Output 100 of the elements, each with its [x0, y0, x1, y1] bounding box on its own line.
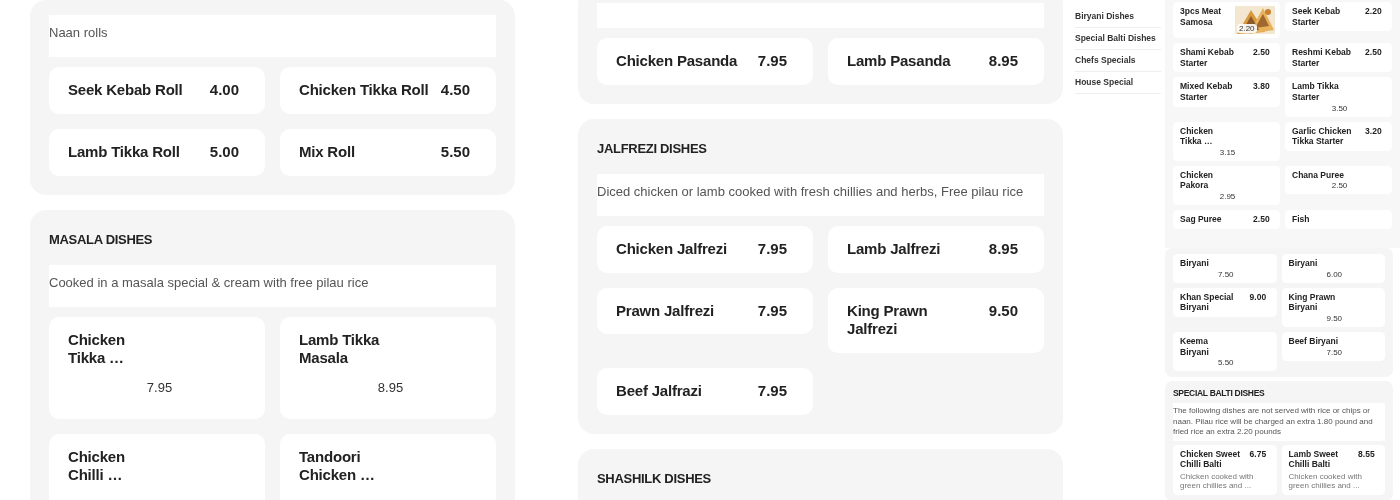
- menu-item-card[interactable]: Lamb Tikka Roll 5.00: [49, 128, 265, 176]
- item-price: 3.50: [1331, 103, 1348, 113]
- item-name: Chana Puree: [1292, 169, 1345, 181]
- menu-item-card[interactable]: Chicken Tikka … 7.95: [49, 316, 265, 419]
- menu-item-card[interactable]: Prawn Jalfrezi 7.95: [597, 287, 813, 335]
- item-price: 9.00: [1249, 291, 1267, 303]
- item-price: 3.15: [1219, 147, 1236, 157]
- category-link[interactable]: Special Balti Dishes: [1075, 28, 1161, 50]
- item-price: 6.75: [1249, 448, 1267, 460]
- item-price: 2.50: [1253, 47, 1270, 58]
- menu-item-card[interactable]: Chicken Chilli …: [49, 433, 265, 500]
- category-link[interactable]: Biryani Dishes: [1075, 6, 1161, 28]
- section-description: Naan rolls: [49, 15, 496, 57]
- item-description: Chicken cooked with green chillies and ...: [1180, 471, 1255, 492]
- section-title: MASALA DISHES: [49, 231, 154, 247]
- item-name: Beef Biryani: [1288, 335, 1340, 347]
- menu-item-card[interactable]: Lamb Tikka Starter 3.50: [1285, 77, 1392, 117]
- section-description: Cooked in a masala special & cream with free pilau rice: [49, 264, 496, 307]
- item-name: King Prawn Biryani: [1288, 291, 1337, 313]
- item-name: Lamb Pasanda: [847, 52, 951, 71]
- menu-item-card[interactable]: Fish: [1285, 210, 1392, 229]
- menu-item-card[interactable]: Khan Special Biryani 9.00: [1173, 287, 1277, 317]
- section-title: SPECIAL BALTI DISHES: [1173, 388, 1266, 399]
- item-name: Sag Puree: [1180, 214, 1222, 225]
- item-name: 3pcs Meat Samosa: [1180, 6, 1223, 28]
- category-link[interactable]: House Special: [1075, 72, 1161, 94]
- item-price: 4.50: [440, 81, 470, 100]
- item-name: Chicken Chilli …: [68, 447, 126, 485]
- item-name: Prawn Jalfrezi: [616, 301, 715, 321]
- item-name: Mix Roll: [299, 142, 355, 162]
- item-name: Biryani: [1180, 258, 1210, 269]
- menu-item-card[interactable]: Chicken Tikka … 3.15: [1173, 121, 1280, 161]
- menu-item-card[interactable]: Reshmi Kebab Starter 2.50: [1285, 43, 1392, 73]
- item-price: 2.20: [1237, 24, 1257, 33]
- menu-item-card[interactable]: Seek Kebab Starter 2.20: [1285, 2, 1392, 32]
- menu-item-card[interactable]: Tandoori Chicken …: [280, 433, 496, 500]
- menu-item-card[interactable]: Lamb Tikka Masala 8.95: [280, 316, 496, 419]
- menu-item-card[interactable]: King Prawn Biryani 9.50: [1281, 287, 1385, 327]
- menu-item-card[interactable]: Seek Kebab Roll 4.00: [49, 67, 265, 114]
- menu-item-card[interactable]: Lamb Jalfrezi 8.95: [828, 225, 1044, 273]
- item-price: 3.20: [1365, 125, 1382, 137]
- section-title: SHASHILK DISHES: [597, 470, 712, 486]
- item-price: 7.95: [146, 380, 173, 395]
- menu-item-card[interactable]: Sag Puree 2.50: [1173, 210, 1280, 229]
- item-name: Chicken Tikka …: [68, 330, 126, 368]
- menu-item-card[interactable]: Chicken Tikka Roll 4.50: [280, 67, 496, 114]
- menu-item-card[interactable]: Lamb Pasanda 8.95: [828, 38, 1044, 85]
- item-name: Seek Kebab Roll: [68, 81, 183, 100]
- item-price: 7.95: [757, 301, 787, 321]
- item-name: Lamb Tikka Starter: [1292, 81, 1340, 103]
- menu-item-card[interactable]: Shami Kebab Starter 2.50: [1173, 43, 1280, 73]
- item-name: Tandoori Chicken …: [299, 447, 376, 485]
- section-title: JALFREZI DISHES: [597, 140, 708, 156]
- menu-item-card[interactable]: Mix Roll 5.50: [280, 128, 496, 176]
- item-price: 2.50: [1365, 47, 1382, 58]
- item-name: Chicken Sweet Chilli Balti: [1180, 448, 1241, 470]
- item-price: 7.95: [757, 52, 787, 71]
- item-price: 5.00: [209, 142, 239, 162]
- menu-item-card[interactable]: Chana Puree 2.50: [1285, 165, 1392, 195]
- menu-item-card[interactable]: Chicken Pasanda 7.95: [597, 38, 813, 85]
- item-name: Chicken Tikka Roll: [299, 81, 429, 100]
- menu-item-card[interactable]: 3pcs Meat Samosa 2.20: [1173, 2, 1280, 38]
- item-name: Keema Biryani: [1180, 335, 1210, 358]
- menu-item-card[interactable]: Lamb Sweet Chilli Balti 8.55 Chicken cooked with green chillies and ...: [1281, 444, 1385, 496]
- menu-item-card[interactable]: Mixed Kebab Starter 3.80: [1173, 77, 1280, 107]
- item-name: Fish: [1292, 214, 1310, 225]
- item-price: 7.95: [757, 239, 787, 259]
- item-name: Lamb Sweet Chilli Balti: [1288, 448, 1340, 470]
- menu-item-card[interactable]: Chicken Sweet Chilli Balti 6.75 Chicken cooked with green chillies and ...: [1173, 444, 1277, 496]
- item-price: 2.50: [1331, 181, 1348, 191]
- section-description: Diced chicken or lamb cooked with fresh chillies and herbs, Free pilau rice: [597, 173, 1044, 216]
- category-link[interactable]: Chefs Specials: [1075, 50, 1161, 72]
- menu-item-card[interactable]: Garlic Chicken Tikka Starter 3.20: [1285, 121, 1392, 151]
- menu-item-card[interactable]: Beef Biryani 7.50: [1281, 331, 1385, 361]
- menu-item-card[interactable]: Biryani 7.50: [1173, 254, 1277, 283]
- item-price: 7.95: [757, 382, 787, 401]
- item-name: Garlic Chicken Tikka Starter: [1292, 125, 1353, 147]
- item-price: 5.50: [1217, 358, 1234, 368]
- menu-item-card[interactable]: Biryani 6.00: [1281, 254, 1385, 283]
- item-name: Beef Jalfrazi: [616, 382, 702, 401]
- item-price: 2.20: [1365, 6, 1382, 17]
- section-description: The following dishes are not served with rice or chips or naan. Pilau rice will be charged an extra 1.80 pound and fried rice an extra 2.20 pounds: [1173, 403, 1385, 441]
- item-price: 7.50: [1217, 269, 1234, 279]
- menu-item-card[interactable]: Chicken Jalfrezi 7.95: [597, 225, 813, 273]
- item-name: Lamb Tikka Roll: [68, 142, 180, 162]
- item-description: Chicken cooked with green chillies and ...: [1288, 471, 1363, 492]
- item-price: 4.00: [209, 81, 239, 100]
- menu-item-card[interactable]: Keema Biryani 5.50: [1173, 331, 1277, 372]
- item-price: 8.95: [988, 239, 1018, 259]
- item-name: Mixed Kebab Starter: [1180, 81, 1234, 103]
- menu-item-card[interactable]: King Prawn Jalfrezi 9.50: [828, 287, 1044, 353]
- item-price: 9.50: [1326, 313, 1343, 323]
- item-name: Chicken Tikka …: [1180, 125, 1215, 147]
- menu-item-card[interactable]: Chicken Pakora 2.95: [1173, 165, 1280, 205]
- item-name: Shami Kebab Starter: [1180, 47, 1235, 69]
- menu-item-card[interactable]: Beef Jalfrazi 7.95: [597, 368, 813, 415]
- item-name: Reshmi Kebab Starter: [1292, 47, 1353, 69]
- item-name: Lamb Jalfrezi: [847, 239, 941, 259]
- item-price: 3.80: [1253, 81, 1270, 92]
- item-price: 7.50: [1326, 347, 1343, 357]
